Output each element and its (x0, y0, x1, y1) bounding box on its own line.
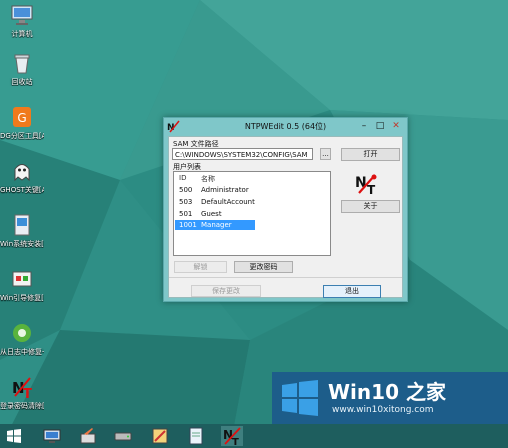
watermark-title-suffix: 之家 (399, 380, 446, 404)
svg-text:G: G (17, 111, 26, 125)
drive-icon[interactable] (113, 426, 133, 446)
desktop-icon-ghost[interactable]: GHOST关键[Alt+G] (0, 158, 44, 194)
change-password-button[interactable]: 更改密码 (234, 261, 293, 273)
user-row-selected[interactable]: 1001 Manager (175, 220, 255, 230)
sam-path-input[interactable]: C:\WINDOWS\SYSTEM32\CONFIG\SAM (172, 148, 313, 160)
column-header-id[interactable]: ID (179, 174, 186, 182)
user-name: DefaultAccount (201, 198, 255, 206)
desktop-icon-computer[interactable]: 计算机 (0, 2, 44, 38)
browse-button[interactable]: ... (320, 148, 331, 160)
ntpwedit-window: N NTPWEdit 0.5 (64位) – □ ✕ SAM 文件路径 C:\W… (163, 117, 408, 302)
desktop-icon-label: Win引导修复[Alt+F] (0, 294, 44, 302)
taskbar: N T (0, 424, 508, 448)
ntpwedit-logo-icon: N T (355, 174, 377, 195)
window-title: NTPWEdit 0.5 (64位) (244, 122, 327, 131)
repair-icon (13, 324, 31, 342)
notepad-icon[interactable] (186, 426, 206, 446)
svg-text:T: T (23, 387, 32, 400)
watermark-title: Win10 之家 (328, 376, 446, 405)
desktop-icon-boot-repair[interactable]: Win引导修复[Alt+F] (0, 266, 44, 302)
desktop-icon-label: 从日志中修复一键[Alt+U] (0, 348, 44, 356)
unlock-button[interactable]: 解锁 (174, 261, 227, 273)
ntpwedit-icon[interactable]: N T (221, 426, 243, 446)
desktop-icon-label: DG分区工具[Alt+D] (0, 132, 44, 140)
computer-icon (11, 5, 33, 25)
save-changes-button[interactable]: 保存更改 (191, 285, 261, 297)
user-id: 1001 (179, 221, 197, 229)
desktop-icon-label: 计算机 (11, 30, 33, 38)
exit-button[interactable]: 退出 (323, 285, 381, 298)
desktop-icon-recycle-bin[interactable]: 回收站 (0, 50, 44, 86)
minimize-button[interactable]: – (358, 120, 370, 132)
password-reset-icon: N T (12, 377, 32, 400)
svg-text:T: T (232, 437, 239, 446)
desktop-icon-diskgenius[interactable]: G DG分区工具[Alt+D] (0, 104, 44, 140)
desktop-icon-win-setup[interactable]: Win系统安装[Alt+W] (0, 212, 44, 248)
close-button[interactable]: ✕ (390, 120, 402, 132)
user-name: Administrator (201, 186, 249, 194)
recycle-bin-icon (14, 54, 30, 74)
boot-repair-icon (12, 271, 32, 287)
user-name: Guest (201, 210, 222, 218)
about-button[interactable]: 关于 (341, 200, 400, 213)
window-client-area: SAM 文件路径 C:\WINDOWS\SYSTEM32\CONFIG\SAM … (168, 136, 403, 298)
svg-text:N: N (355, 175, 367, 191)
window-titlebar[interactable]: N NTPWEdit 0.5 (64位) – □ ✕ (164, 118, 407, 135)
monitor-icon[interactable] (42, 426, 62, 446)
watermark-banner: Win10 之家 www.win10xitong.com (272, 372, 508, 424)
desktop-icon-label: 回收站 (11, 78, 33, 86)
windows-logo-icon (282, 380, 318, 416)
user-id: 503 (179, 198, 193, 206)
desktop-icon-password-reset[interactable]: N T 登录密码清除[Alt+N] (0, 374, 44, 410)
user-row[interactable]: 501 Guest (175, 209, 255, 219)
desktop-icon-label: 登录密码清除[Alt+N] (0, 402, 44, 410)
user-id: 500 (179, 186, 193, 194)
user-id: 501 (179, 210, 193, 218)
watermark-title-prefix: Win10 (328, 380, 399, 404)
open-button[interactable]: 打开 (341, 148, 400, 161)
paint-icon[interactable] (78, 426, 98, 446)
windows-setup-icon (14, 214, 30, 236)
tools-icon[interactable] (150, 426, 170, 446)
user-row[interactable]: 503 DefaultAccount (175, 197, 255, 207)
maximize-button[interactable]: □ (374, 120, 386, 132)
start-icon[interactable] (4, 426, 24, 446)
desktop-icon-repair[interactable]: 从日志中修复一键[Alt+U] (0, 320, 44, 356)
ghost-icon (14, 164, 30, 182)
watermark-url: www.win10xitong.com (332, 405, 434, 415)
desktop-icon-label: Win系统安装[Alt+W] (0, 240, 44, 248)
svg-text:T: T (367, 183, 376, 195)
divider (169, 277, 402, 278)
user-list[interactable]: ID 名称 500 Administrator 503 DefaultAccou… (173, 171, 331, 256)
user-name: Manager (201, 221, 232, 229)
column-header-name[interactable]: 名称 (201, 174, 215, 184)
user-row[interactable]: 500 Administrator (175, 185, 255, 195)
disk-partition-icon: G (13, 107, 31, 127)
desktop-icon-label: GHOST关键[Alt+G] (0, 186, 44, 194)
